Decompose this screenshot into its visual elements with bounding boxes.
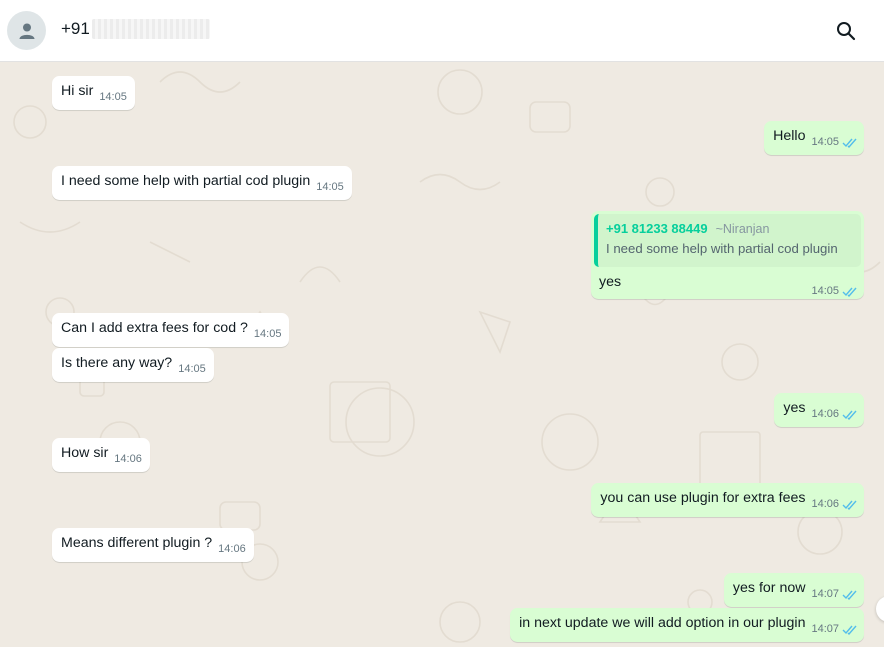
message-text: yes [783, 400, 806, 416]
message-time: 14:06 [811, 408, 839, 420]
search-icon [837, 22, 856, 41]
person-icon [19, 23, 34, 39]
double-check-read-icon [842, 138, 857, 148]
message-bubble-incoming[interactable]: Can I add extra fees for cod ? 14:05 [52, 313, 290, 347]
double-check-read-icon [842, 590, 857, 600]
message-list[interactable]: Hi sir 14:05 Hello 14:05 I need some help … [0, 62, 884, 647]
message-text: Hello [773, 128, 806, 144]
quoted-text: I need some help with partial cod plugin [606, 241, 838, 256]
message-text: Is there any way? [61, 355, 173, 371]
message-time: 14:05 [178, 363, 206, 375]
message-time: 14:05 [253, 328, 282, 340]
chat-header: +91 [0, 0, 884, 62]
double-check-read-icon [842, 287, 857, 297]
message-text: I need some help with partial cod plugin [61, 173, 311, 189]
message-bubble-incoming[interactable]: Hi sir 14:05 [52, 76, 135, 110]
message-bubble-outgoing[interactable]: Hello 14:05 [764, 121, 864, 155]
contact-avatar[interactable] [7, 11, 46, 50]
message-time: 14:05 [316, 181, 344, 193]
message-bubble-incoming[interactable]: Means different plugin ? 14:06 [52, 528, 254, 562]
quoted-message[interactable]: +91 81233 88449 ~Niranjan I need some hel… [594, 214, 861, 267]
message-text: Can I add extra fees for cod ? [61, 320, 248, 336]
message-time: 14:05 [811, 136, 839, 148]
quoted-sender-phone: +91 81233 88449 [606, 221, 708, 236]
message-bubble-outgoing-reply[interactable]: +91 81233 88449 ~Niranjan I need some hel… [591, 211, 864, 299]
message-bubble-outgoing[interactable]: you can use plugin for extra fees 14:06 [591, 483, 864, 517]
message-text: Hi sir [61, 83, 94, 99]
message-text: yes [599, 274, 622, 290]
message-time: 14:06 [114, 453, 142, 465]
message-time: 14:07 [811, 588, 839, 600]
quoted-sender-name: ~Niranjan [715, 222, 770, 236]
message-bubble-outgoing[interactable]: yes 14:06 [774, 393, 864, 427]
redacted-phone-number [91, 19, 210, 39]
message-time: 14:06 [218, 543, 246, 555]
message-text: Means different plugin ? [61, 535, 213, 551]
double-check-read-icon [842, 625, 857, 635]
message-bubble-incoming[interactable]: Is there any way? 14:05 [52, 348, 214, 382]
message-bubble-outgoing[interactable]: yes for now 14:07 [723, 573, 864, 607]
double-check-read-icon [842, 500, 857, 510]
search-button[interactable] [832, 17, 860, 45]
message-text: you can use plugin for extra fees [600, 490, 806, 506]
message-time: 14:05 [811, 285, 839, 297]
message-text: How sir [61, 445, 109, 461]
contact-phone-prefix: +91 [61, 19, 90, 38]
double-check-read-icon [842, 410, 857, 420]
message-text: yes for now [732, 580, 806, 596]
message-time: 14:05 [99, 91, 127, 103]
message-text: in next update we will add option in our… [519, 615, 806, 631]
message-time: 14:07 [811, 623, 839, 635]
contact-name[interactable]: +91 [61, 19, 210, 39]
message-bubble-outgoing[interactable]: in next update we will add option in our… [510, 608, 864, 642]
message-time: 14:06 [811, 498, 839, 510]
message-bubble-incoming[interactable]: I need some help with partial cod plugin… [52, 166, 352, 200]
message-bubble-incoming[interactable]: How sir 14:06 [52, 438, 150, 472]
